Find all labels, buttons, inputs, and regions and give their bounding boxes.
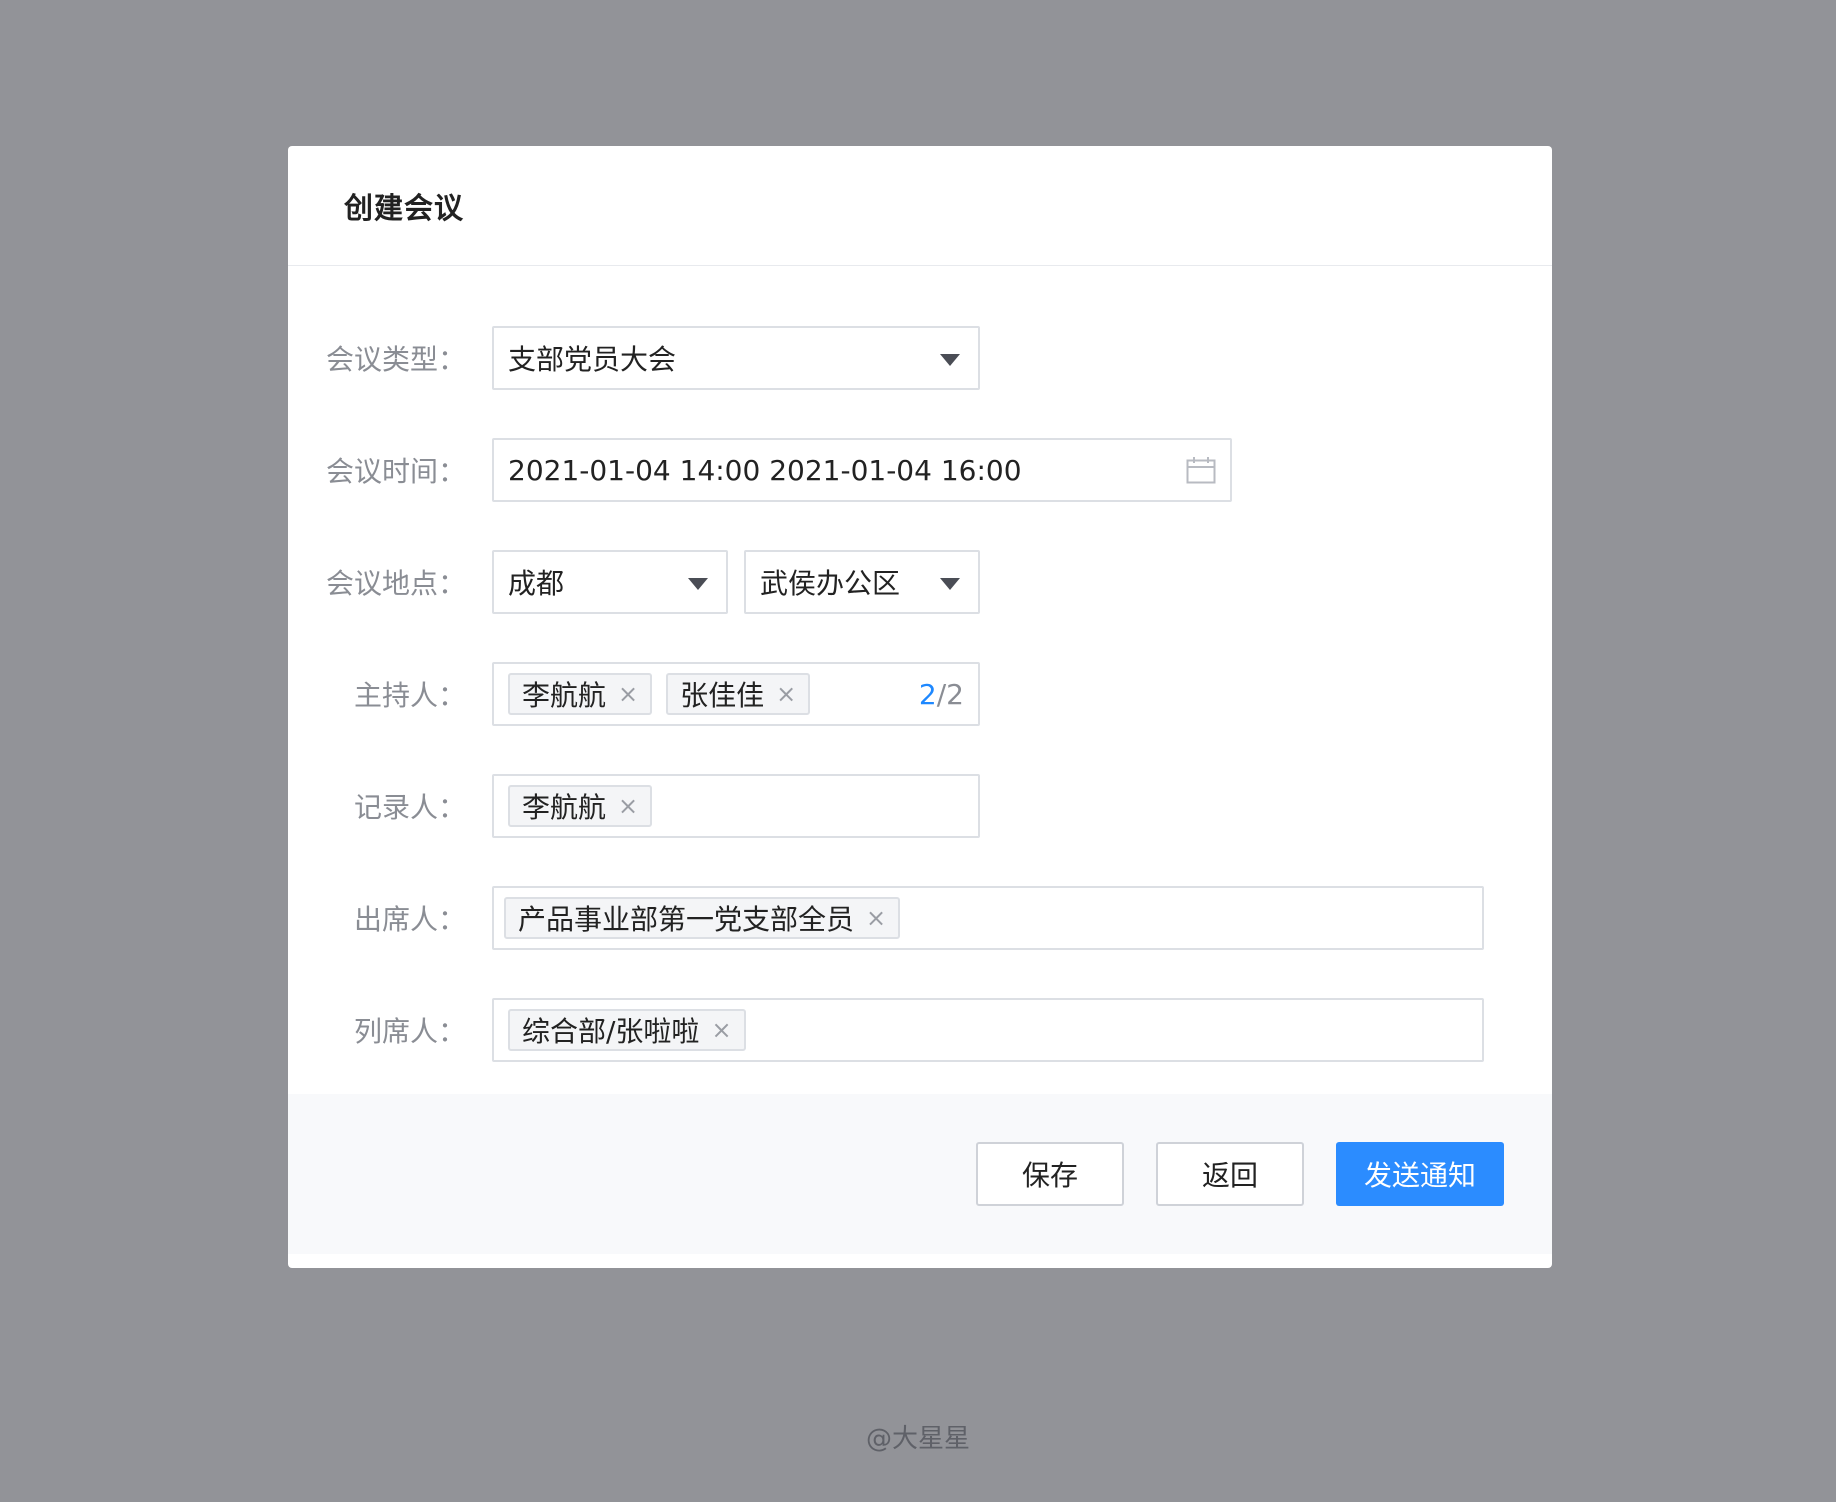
observer-tag: 综合部/张啦啦 × [508, 1009, 746, 1051]
close-icon[interactable]: × [618, 794, 638, 818]
office-value: 武侯办公区 [760, 567, 901, 600]
meeting-type-value: 支部党员大会 [508, 343, 677, 376]
dialog-footer: 保存 返回 发送通知 [288, 1094, 1552, 1254]
chevron-down-icon [688, 578, 708, 590]
dialog-header: 创建会议 [288, 146, 1552, 266]
recorder-select[interactable]: 李航航 × [492, 774, 980, 838]
office-select[interactable]: 武侯办公区 [744, 550, 980, 614]
recorder-tag: 李航航 × [508, 785, 653, 827]
calendar-icon [1186, 457, 1216, 484]
city-select[interactable]: 成都 [492, 550, 728, 614]
meeting-type-label: 会议类型： [325, 343, 466, 376]
attendees-row: 出席人： 产品事业部第一党支部全员 × [288, 886, 1552, 950]
create-meeting-dialog: 创建会议 会议类型： 支部党员大会 会议时间： 2021-01-04 14:00… [288, 146, 1552, 1268]
observers-row: 列席人： 综合部/张啦啦 × [288, 998, 1552, 1062]
close-icon[interactable]: × [776, 682, 796, 706]
back-button[interactable]: 返回 [1156, 1142, 1304, 1206]
watermark: @大星星 [865, 1424, 970, 1454]
save-button[interactable]: 保存 [976, 1142, 1124, 1206]
host-select[interactable]: 李航航 × 张佳佳 × 2/2 [492, 662, 980, 726]
chevron-down-icon [940, 578, 960, 590]
dialog-body: 会议类型： 支部党员大会 会议时间： 2021-01-04 14:00 2021… [288, 266, 1552, 1254]
observers-label: 列席人： [353, 1015, 466, 1048]
close-icon[interactable]: × [618, 682, 638, 706]
meeting-time-range-picker[interactable]: 2021-01-04 14:00 2021-01-04 16:00 [492, 438, 1232, 502]
meeting-location-row: 会议地点： 成都 武侯办公区 [288, 550, 1552, 614]
attendee-tag: 产品事业部第一党支部全员 × [504, 897, 901, 939]
close-icon[interactable]: × [866, 906, 886, 930]
send-notification-button[interactable]: 发送通知 [1336, 1142, 1504, 1206]
city-value: 成都 [508, 567, 565, 600]
meeting-time-value: 2021-01-04 14:00 2021-01-04 16:00 [508, 453, 1022, 487]
chevron-down-icon [940, 354, 960, 366]
attendees-select[interactable]: 产品事业部第一党支部全员 × [492, 886, 1484, 950]
recorder-label: 记录人： [353, 791, 466, 824]
host-count-current: 2 [918, 677, 937, 711]
close-icon[interactable]: × [711, 1018, 731, 1042]
host-label: 主持人： [353, 679, 466, 712]
meeting-time-label: 会议时间： [325, 455, 466, 488]
recorder-row: 记录人： 李航航 × [288, 774, 1552, 838]
tag-label: 李航航 [522, 791, 607, 824]
host-count: 2/2 [919, 678, 964, 711]
observers-select[interactable]: 综合部/张啦啦 × [492, 998, 1484, 1062]
host-tag: 张佳佳 × [666, 673, 811, 715]
meeting-type-select[interactable]: 支部党员大会 [492, 326, 980, 390]
meeting-type-row: 会议类型： 支部党员大会 [288, 326, 1552, 390]
tag-label: 综合部/张啦啦 [522, 1015, 700, 1048]
host-row: 主持人： 李航航 × 张佳佳 × 2/2 [288, 662, 1552, 726]
tag-label: 产品事业部第一党支部全员 [518, 903, 855, 936]
dialog-title: 创建会议 [344, 190, 465, 225]
meeting-time-row: 会议时间： 2021-01-04 14:00 2021-01-04 16:00 [288, 438, 1552, 502]
host-tag: 李航航 × [508, 673, 653, 715]
tag-label: 李航航 [522, 679, 607, 712]
tag-label: 张佳佳 [680, 679, 765, 712]
host-count-total: /2 [936, 677, 964, 711]
attendees-label: 出席人： [353, 903, 466, 936]
meeting-location-label: 会议地点： [325, 567, 466, 600]
